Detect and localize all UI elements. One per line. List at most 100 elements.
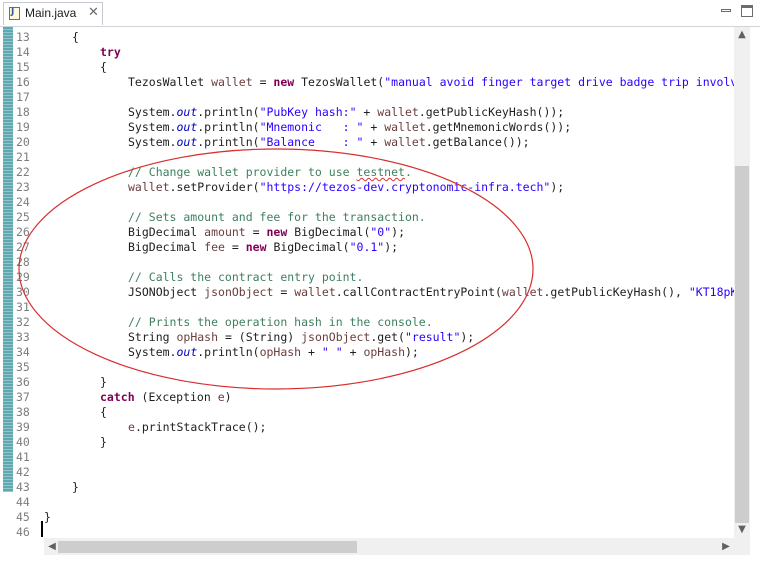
code-token: =: [245, 225, 267, 239]
line-number: 29: [16, 270, 30, 284]
code-line[interactable]: System.out.println("Balance : " + wallet…: [128, 135, 530, 150]
code-token: );: [391, 225, 406, 239]
code-line[interactable]: TezosWallet wallet = new TezosWallet("ma…: [128, 75, 734, 90]
minimize-icon[interactable]: [720, 5, 732, 17]
code-token: "KT18pK2M: [688, 285, 734, 299]
line-number: 26: [16, 225, 30, 239]
tab-main-java[interactable]: J Main.java ✕: [3, 2, 103, 25]
code-line[interactable]: // Change wallet provider to use testnet…: [128, 165, 412, 180]
line-number: 25: [16, 210, 30, 224]
code-token: " ": [321, 345, 343, 359]
java-file-icon: J: [9, 7, 20, 20]
horizontal-scrollbar[interactable]: ◀ ▶: [44, 538, 734, 555]
maximize-icon[interactable]: [741, 5, 753, 17]
code-line[interactable]: BigDecimal fee = new BigDecimal("0.1");: [128, 240, 398, 255]
code-line[interactable]: }: [44, 510, 51, 525]
close-icon[interactable]: ✕: [88, 5, 99, 20]
code-area[interactable]: {try{TezosWallet wallet = new TezosWalle…: [44, 27, 734, 538]
code-token: );: [384, 240, 399, 254]
line-number: 19: [16, 120, 30, 134]
code-line[interactable]: }: [72, 480, 79, 495]
code-line[interactable]: // Prints the operation hash in the cons…: [128, 315, 433, 330]
line-number: 37: [16, 390, 30, 404]
line-number: 16: [16, 75, 30, 89]
code-token: );: [550, 180, 565, 194]
code-line[interactable]: // Calls the contract entry point.: [128, 270, 363, 285]
code-token: .: [404, 165, 412, 179]
line-number: 36: [16, 375, 30, 389]
line-number: 32: [16, 315, 30, 329]
code-line[interactable]: // Sets amount and fee for the transacti…: [128, 210, 426, 225]
code-line[interactable]: {: [100, 405, 107, 420]
code-token: e: [128, 420, 135, 434]
code-line[interactable]: System.out.println("Mnemonic : " + walle…: [128, 120, 571, 135]
line-number: 38: [16, 405, 30, 419]
code-token: {: [100, 405, 107, 419]
code-token: .get(: [370, 330, 405, 344]
code-token: }: [44, 510, 51, 524]
code-token: out: [176, 105, 198, 119]
code-line[interactable]: e.printStackTrace();: [128, 420, 267, 435]
line-number: 17: [16, 90, 30, 104]
code-token: opHash: [259, 345, 302, 359]
code-line[interactable]: }: [100, 375, 107, 390]
code-line[interactable]: BigDecimal amount = new BigDecimal("0");: [128, 225, 405, 240]
line-number: 42: [16, 465, 30, 479]
code-token: e: [217, 390, 225, 404]
line-number: 27: [16, 240, 30, 254]
line-number-gutter: 13 14 15 16 17 18 19 20 21 22 23 24 25 26 27 28 29 30 31 32…: [14, 27, 44, 539]
code-token: testnet: [356, 165, 405, 179]
code-line[interactable]: try: [100, 45, 121, 60]
code-token: "0.1": [349, 240, 385, 254]
scroll-right-icon[interactable]: ▶: [718, 538, 734, 555]
code-token: new: [273, 75, 295, 89]
line-number: 39: [16, 420, 30, 434]
tab-label: Main.java: [25, 6, 77, 20]
vertical-scrollbar[interactable]: ▲ ▼: [734, 27, 750, 538]
line-number: 18: [16, 105, 30, 119]
code-token: .getMnemonicWords());: [425, 120, 572, 134]
code-token: ): [224, 390, 232, 404]
code-token: catch: [100, 390, 135, 404]
code-token: // Sets amount and fee for the transacti…: [128, 210, 426, 224]
code-token: System.: [128, 135, 177, 149]
code-token: wallet: [384, 135, 426, 149]
code-token: wallet: [294, 285, 336, 299]
code-token: BigDecimal(: [287, 225, 371, 239]
code-token: .println(: [197, 135, 260, 149]
code-token: String: [128, 330, 177, 344]
code-line[interactable]: {: [100, 60, 107, 75]
code-token: BigDecimal(: [266, 240, 350, 254]
code-line[interactable]: catch (Exception e): [100, 390, 232, 405]
code-line[interactable]: {: [72, 30, 79, 45]
code-token: wallet: [384, 120, 426, 134]
code-token: opHash: [176, 330, 219, 344]
code-line[interactable]: System.out.println(opHash + " " + opHash…: [128, 345, 419, 360]
line-number: 20: [16, 135, 30, 149]
code-token: .setProvider(: [169, 180, 260, 194]
code-line[interactable]: String opHash = (String) jsonObject.get(…: [128, 330, 474, 345]
vertical-scroll-thumb[interactable]: [735, 166, 749, 523]
code-token: }: [100, 375, 107, 389]
code-line[interactable]: JSONObject jsonObject = wallet.callContr…: [128, 285, 734, 300]
line-number: 15: [16, 60, 30, 74]
code-line[interactable]: }: [100, 435, 107, 450]
scrollbar-corner: [734, 538, 750, 555]
horizontal-scroll-thumb[interactable]: [58, 541, 357, 553]
line-number: 22: [16, 165, 30, 179]
code-token: =: [252, 75, 274, 89]
code-token: wallet: [501, 285, 544, 299]
code-token: out: [176, 135, 198, 149]
scroll-up-icon[interactable]: ▲: [734, 27, 750, 43]
code-line[interactable]: wallet.setProvider("https://tezos-dev.cr…: [128, 180, 564, 195]
code-editor[interactable]: 13 14 15 16 17 18 19 20 21 22 23 24 25 26 27 28 29 30 31 32…: [0, 27, 760, 565]
code-token: fee: [204, 240, 225, 254]
code-token: "Mnemonic : ": [259, 120, 364, 134]
line-number: 33: [16, 330, 30, 344]
code-token: +: [363, 135, 385, 149]
scroll-down-icon[interactable]: ▼: [734, 522, 750, 538]
code-line[interactable]: System.out.println("PubKey hash:" + wall…: [128, 105, 564, 120]
line-number: 14: [16, 45, 30, 59]
change-margin: [0, 27, 14, 492]
code-token: "PubKey hash:": [259, 105, 357, 119]
